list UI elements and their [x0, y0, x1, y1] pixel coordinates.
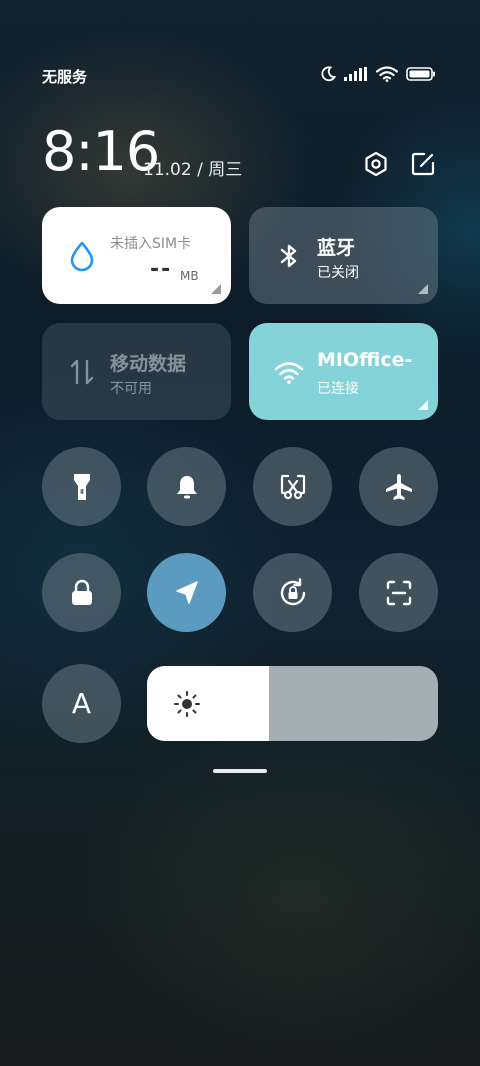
status-icons — [320, 66, 436, 82]
panel-drag-handle[interactable] — [213, 769, 267, 773]
rotation-lock-toggle[interactable] — [253, 553, 332, 632]
expand-corner — [211, 284, 221, 294]
flashlight-toggle[interactable] — [42, 447, 121, 526]
sim-status-label: 未插入SIM卡 — [110, 236, 192, 252]
bell-icon — [176, 475, 197, 498]
screenshot-scissors-icon — [280, 474, 305, 499]
wifi-tile[interactable]: MIOffice- 已连接 — [249, 323, 438, 420]
battery-icon — [406, 67, 435, 81]
scan-icon — [386, 580, 411, 605]
lock-screen-toggle[interactable] — [42, 553, 121, 632]
auto-brightness-toggle[interactable]: A — [42, 664, 121, 743]
sun-icon — [174, 691, 200, 717]
wifi-icon — [274, 362, 304, 384]
flashlight-icon — [73, 473, 90, 500]
edit-button[interactable] — [409, 150, 437, 178]
water-drop-icon — [70, 241, 94, 272]
bluetooth-status: 已关闭 — [317, 265, 359, 281]
data-usage-unit: MB — [180, 269, 199, 283]
expand-corner — [418, 400, 428, 410]
location-arrow-icon — [175, 580, 198, 604]
mobile-data-tile[interactable]: 移动数据 不可用 — [42, 323, 231, 420]
mobile-data-status: 不可用 — [110, 381, 152, 397]
edit-icon — [411, 152, 435, 176]
location-toggle[interactable] — [147, 553, 226, 632]
sim-data-tile[interactable]: 未插入SIM卡 -- MB — [42, 207, 231, 304]
date: 11.02 / 周三 — [143, 160, 243, 180]
wifi-status: 已连接 — [317, 381, 359, 397]
brightness-level-fill — [147, 666, 270, 741]
bluetooth-icon — [280, 244, 297, 268]
signal-icon — [344, 67, 367, 81]
airplane-mode-toggle[interactable] — [359, 447, 438, 526]
auto-brightness-label: A — [71, 687, 92, 720]
wifi-icon — [376, 66, 398, 82]
moon-icon — [321, 66, 336, 82]
brightness-slider[interactable] — [147, 666, 438, 741]
settings-icon — [365, 151, 387, 177]
bluetooth-label: 蓝牙 — [317, 237, 356, 259]
carrier-status: 无服务 — [42, 68, 88, 86]
bluetooth-tile[interactable]: 蓝牙 已关闭 — [249, 207, 438, 304]
rotation-lock-icon — [280, 577, 305, 605]
clock: 8:16 — [42, 120, 160, 183]
scanner-toggle[interactable] — [359, 553, 438, 632]
screenshot-toggle[interactable] — [253, 447, 332, 526]
mobile-data-label: 移动数据 — [110, 353, 187, 375]
data-usage-value: -- — [150, 257, 173, 282]
ringer-toggle[interactable] — [147, 447, 226, 526]
expand-corner — [418, 284, 428, 294]
settings-button[interactable] — [362, 150, 390, 178]
airplane-icon — [385, 473, 412, 500]
data-transfer-icon — [70, 359, 94, 385]
lock-icon — [71, 579, 92, 605]
wifi-network-name: MIOffice- — [317, 349, 413, 371]
